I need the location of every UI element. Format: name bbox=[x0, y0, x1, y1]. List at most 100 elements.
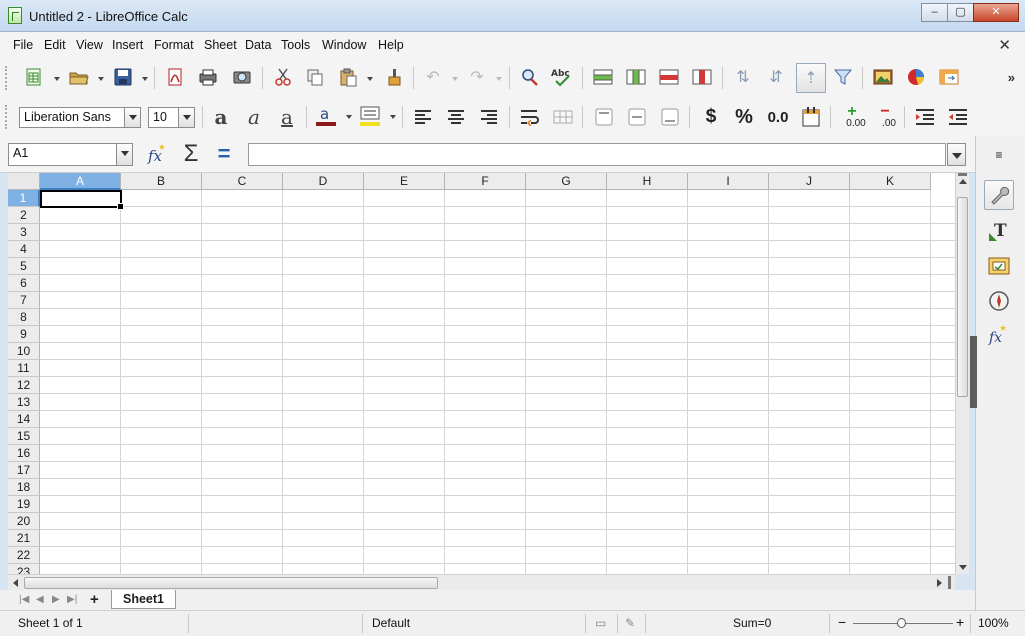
column-header[interactable]: J bbox=[769, 173, 850, 190]
font-size-combobox[interactable]: 10 bbox=[148, 107, 195, 128]
styles-icon[interactable]: T bbox=[984, 216, 1014, 246]
document-modified-icon[interactable]: ✎ bbox=[625, 616, 635, 630]
background-color-dropdown-icon[interactable] bbox=[390, 115, 396, 119]
toolbar-grip[interactable] bbox=[5, 66, 8, 90]
previous-sheet-icon[interactable]: ◀ bbox=[36, 594, 44, 605]
selection-mode-icon[interactable]: ▭ bbox=[595, 616, 606, 630]
redo-dropdown-icon[interactable] bbox=[496, 77, 502, 81]
formula-input[interactable] bbox=[248, 143, 946, 166]
row-header[interactable]: 10 bbox=[8, 343, 40, 360]
column-header[interactable]: B bbox=[121, 173, 202, 190]
font-color-icon[interactable]: a bbox=[313, 103, 339, 129]
print-preview-icon[interactable] bbox=[229, 64, 255, 90]
column-header[interactable]: A bbox=[40, 173, 121, 190]
font-color-dropdown-icon[interactable] bbox=[346, 115, 352, 119]
zoom-in-button[interactable]: + bbox=[956, 614, 964, 630]
scroll-up-icon[interactable] bbox=[959, 179, 967, 184]
row-header[interactable]: 15 bbox=[8, 428, 40, 445]
background-color-icon[interactable] bbox=[357, 103, 383, 129]
sum-status[interactable]: Sum=0 bbox=[733, 616, 771, 630]
minimize-button[interactable]: ‒ bbox=[921, 3, 948, 22]
active-cell-cursor[interactable] bbox=[40, 190, 124, 210]
vertical-scroll-thumb[interactable] bbox=[957, 197, 968, 397]
row-header[interactable]: 3 bbox=[8, 224, 40, 241]
scroll-down-icon[interactable] bbox=[959, 565, 967, 570]
align-right-icon[interactable] bbox=[476, 104, 502, 130]
formula-icon[interactable]: = bbox=[211, 141, 237, 167]
column-header[interactable]: H bbox=[607, 173, 688, 190]
scroll-right-icon[interactable] bbox=[937, 579, 942, 587]
row-header[interactable]: 11 bbox=[8, 360, 40, 377]
sort-icon[interactable]: ⇡ bbox=[796, 63, 826, 93]
menu-format[interactable]: Format bbox=[154, 38, 194, 52]
close-window-button[interactable]: ✕ bbox=[973, 3, 1019, 22]
expand-formula-bar-icon[interactable] bbox=[947, 143, 966, 166]
column-split-handle[interactable] bbox=[948, 576, 951, 589]
maximize-button[interactable]: ▢ bbox=[947, 3, 974, 22]
menu-tools[interactable]: Tools bbox=[281, 38, 310, 52]
scroll-left-icon[interactable] bbox=[13, 579, 18, 587]
chevron-down-icon[interactable] bbox=[178, 108, 194, 127]
remove-decimal-button[interactable]: − .00 bbox=[870, 103, 900, 131]
column-header[interactable]: G bbox=[526, 173, 607, 190]
row-header[interactable]: 14 bbox=[8, 411, 40, 428]
menu-data[interactable]: Data bbox=[245, 38, 271, 52]
spreadsheet-grid[interactable]: ABCDEFGHIJK 1 2 3 4 5 6 7 8 9 10 11 12 13 14 15 16 17 18 1… bbox=[8, 173, 955, 574]
row-header[interactable]: 4 bbox=[8, 241, 40, 258]
row-header[interactable]: 6 bbox=[8, 275, 40, 292]
row-header[interactable]: 22 bbox=[8, 547, 40, 564]
increase-indent-icon[interactable] bbox=[912, 104, 938, 130]
align-center-icon[interactable] bbox=[443, 104, 469, 130]
row-header[interactable]: 1 bbox=[8, 190, 40, 207]
gallery-icon[interactable] bbox=[984, 250, 1014, 280]
menu-help[interactable]: Help bbox=[378, 38, 404, 52]
menu-view[interactable]: View bbox=[76, 38, 103, 52]
italic-icon[interactable]: a bbox=[241, 104, 267, 130]
new-document-icon[interactable] bbox=[21, 64, 47, 90]
sidebar-menu-icon[interactable]: ≡ bbox=[984, 144, 1014, 166]
bold-icon[interactable]: a bbox=[208, 104, 234, 130]
merge-cells-icon[interactable] bbox=[550, 104, 576, 130]
row-header[interactable]: 7 bbox=[8, 292, 40, 309]
print-icon[interactable] bbox=[195, 64, 221, 90]
column-header[interactable]: I bbox=[688, 173, 769, 190]
sheet-tab-sheet1[interactable]: Sheet1 bbox=[111, 590, 176, 609]
page-style-status[interactable]: Default bbox=[372, 616, 410, 630]
export-pdf-icon[interactable] bbox=[162, 64, 188, 90]
zoom-level[interactable]: 100% bbox=[978, 616, 1009, 630]
navigator-icon[interactable] bbox=[984, 286, 1014, 316]
row-header[interactable]: 18 bbox=[8, 479, 40, 496]
row-header[interactable]: 16 bbox=[8, 445, 40, 462]
name-box[interactable]: A1 bbox=[8, 143, 133, 166]
insert-chart-icon[interactable] bbox=[903, 64, 929, 90]
new-dropdown-icon[interactable] bbox=[54, 77, 60, 81]
font-name-combobox[interactable]: Liberation Sans bbox=[19, 107, 141, 128]
insert-pivot-table-icon[interactable] bbox=[936, 64, 962, 90]
properties-icon[interactable] bbox=[984, 180, 1014, 210]
delete-columns-icon[interactable] bbox=[689, 64, 715, 90]
cut-icon[interactable] bbox=[270, 64, 296, 90]
row-header[interactable]: 2 bbox=[8, 207, 40, 224]
row-header[interactable]: 8 bbox=[8, 309, 40, 326]
functions-icon[interactable]: fx bbox=[984, 320, 1014, 350]
close-document-button[interactable]: ✕ bbox=[998, 36, 1011, 54]
clone-formatting-icon[interactable] bbox=[381, 64, 407, 90]
chevron-down-icon[interactable] bbox=[124, 108, 140, 127]
next-sheet-icon[interactable]: ▶ bbox=[52, 594, 60, 605]
open-folder-icon[interactable] bbox=[66, 64, 92, 90]
menu-insert[interactable]: Insert bbox=[112, 38, 143, 52]
row-header[interactable]: 21 bbox=[8, 530, 40, 547]
find-replace-icon[interactable] bbox=[517, 64, 543, 90]
horizontal-scroll-thumb[interactable] bbox=[24, 577, 438, 589]
row-header[interactable]: 13 bbox=[8, 394, 40, 411]
menu-edit[interactable]: Edit bbox=[44, 38, 66, 52]
sort-ascending-icon[interactable]: ⇅ bbox=[730, 64, 756, 90]
percent-format-button[interactable]: % bbox=[731, 104, 757, 130]
menu-window[interactable]: Window bbox=[322, 38, 366, 52]
vertical-scrollbar[interactable] bbox=[955, 173, 969, 574]
row-header[interactable]: 17 bbox=[8, 462, 40, 479]
insert-image-icon[interactable] bbox=[870, 64, 896, 90]
spelling-icon[interactable]: Abc bbox=[549, 64, 575, 90]
open-dropdown-icon[interactable] bbox=[98, 77, 104, 81]
align-bottom-icon[interactable] bbox=[657, 104, 683, 130]
